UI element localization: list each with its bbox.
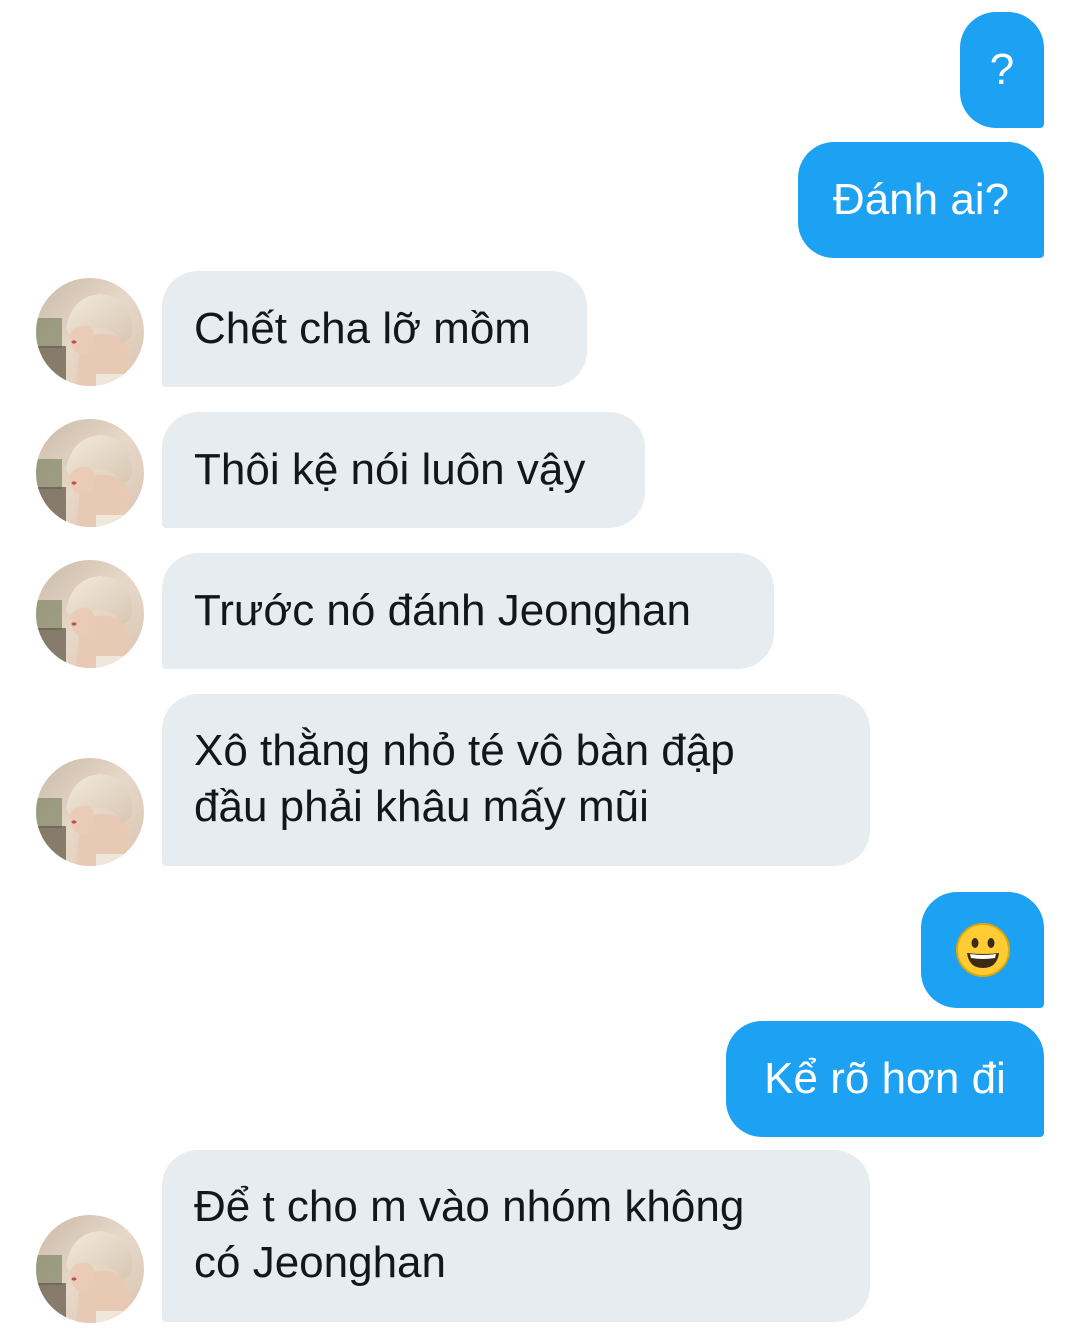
message-text: ?: [989, 45, 1015, 94]
message-text-line: Xô thằng nhỏ té vô bàn đập: [194, 726, 735, 775]
grinning-face-emoji-icon: [955, 923, 1010, 977]
message-text: Thôi kệ nói luôn vậy: [194, 445, 586, 494]
sender-avatar[interactable]: [36, 560, 144, 668]
message-thread: ? Đánh ai? Chết cha lỡ mồm Thôi kệ nói l…: [0, 0, 1080, 1339]
message-text: Đánh ai?: [832, 175, 1010, 224]
received-message-bubble[interactable]: Để t cho m vào nhóm không có Jeonghan: [162, 1150, 870, 1322]
message-text: Trước nó đánh Jeonghan: [194, 586, 691, 635]
received-message-bubble[interactable]: Trước nó đánh Jeonghan: [162, 553, 774, 669]
sent-message-bubble[interactable]: Đánh ai?: [798, 142, 1044, 258]
sent-message-bubble[interactable]: Kể rõ hơn đi: [726, 1021, 1044, 1137]
message-text: Chết cha lỡ mồm: [194, 304, 531, 353]
sent-emoji-bubble[interactable]: [921, 892, 1044, 1008]
sender-avatar[interactable]: [36, 1215, 144, 1323]
avatar-photo-icon: [36, 278, 144, 386]
sender-avatar[interactable]: [36, 419, 144, 527]
message-text: Kể rõ hơn đi: [764, 1054, 1006, 1103]
message-text-line: đầu phải khâu mấy mũi: [194, 782, 649, 831]
received-message-bubble[interactable]: Thôi kệ nói luôn vậy: [162, 412, 645, 528]
sender-avatar[interactable]: [36, 758, 144, 866]
received-message-bubble[interactable]: Xô thằng nhỏ té vô bàn đập đầu phải khâu…: [162, 694, 870, 866]
sender-avatar[interactable]: [36, 278, 144, 386]
message-text-line: có Jeonghan: [194, 1238, 446, 1287]
received-message-bubble[interactable]: Chết cha lỡ mồm: [162, 271, 587, 387]
avatar-photo-icon: [36, 758, 144, 866]
message-text-line: Để t cho m vào nhóm không: [194, 1182, 745, 1231]
avatar-photo-icon: [36, 419, 144, 527]
avatar-photo-icon: [36, 560, 144, 668]
sent-message-bubble[interactable]: ?: [960, 12, 1044, 128]
avatar-photo-icon: [36, 1215, 144, 1323]
